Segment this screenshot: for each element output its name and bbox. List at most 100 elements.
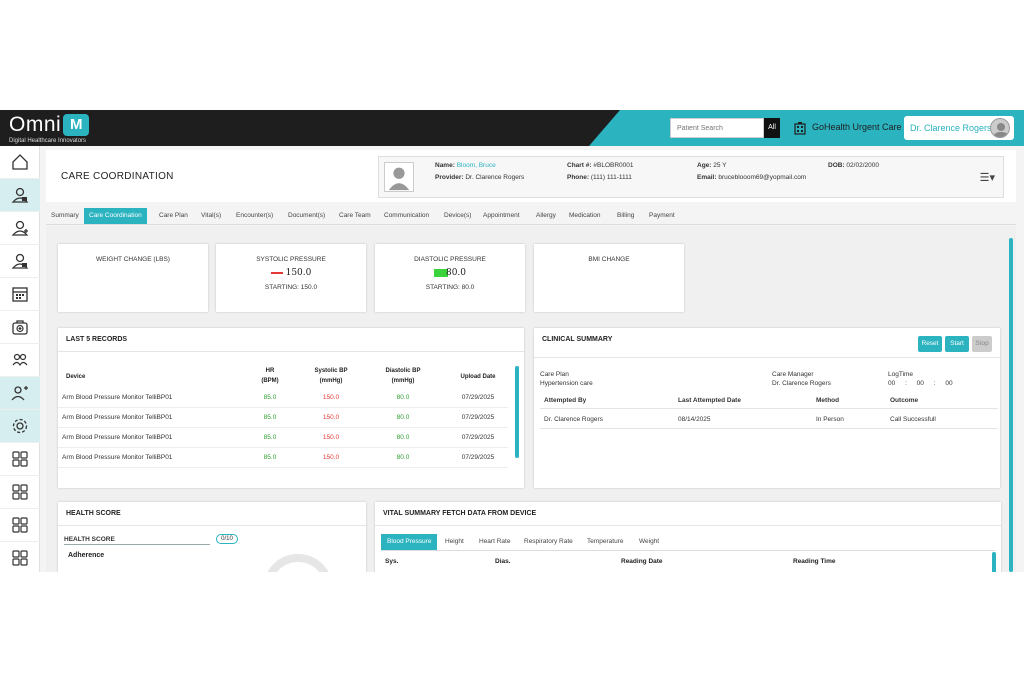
clinic-name[interactable]: GoHealth Urgent Care: [812, 122, 902, 132]
tab-summary[interactable]: Summary: [46, 208, 84, 224]
vital-tab-height[interactable]: Height: [439, 534, 470, 550]
sidebar-item[interactable]: [0, 311, 40, 344]
stat-value-wrap: 80.0: [375, 268, 525, 278]
tab-encounter-s[interactable]: Encounter(s): [231, 208, 278, 224]
group-icon: [12, 353, 28, 367]
sidebar-item[interactable]: [0, 344, 40, 377]
settings-icon: [12, 418, 28, 434]
app-window: OmniM Digital Healthcare Innovators All …: [0, 110, 1024, 572]
stat-value-wrap: 150.0: [216, 268, 366, 278]
care-manager-value: Dr. Clarence Rogers: [772, 380, 831, 387]
start-button[interactable]: Start: [945, 336, 969, 352]
logo-word: Omni: [9, 113, 62, 136]
sidebar-item[interactable]: [0, 443, 40, 476]
search-scope-button[interactable]: All: [764, 118, 780, 138]
cell-device: Arm Blood Pressure Monitor TelliBP01: [62, 454, 173, 461]
systolic-pressure-card: SYSTOLIC PRESSURE 150.0 STARTING: 150.0: [216, 244, 366, 312]
patient-name[interactable]: Bloom, Bruce: [457, 162, 496, 169]
health-score-badge: 0/10: [216, 534, 238, 544]
cell-hr: 85.0: [263, 454, 277, 461]
tab-appointment[interactable]: Appointment: [478, 208, 525, 224]
omni-logo[interactable]: Omni M Digital Healthcare Innovators: [9, 113, 90, 144]
card-header: VITAL SUMMARY FETCH DATA FROM DEVICE: [375, 502, 1001, 526]
clinical-summary-card: CLINICAL SUMMARY Reset Start Stop Care P…: [534, 328, 1000, 488]
vital-tab-temperature[interactable]: Temperature: [581, 534, 630, 550]
cell-dia: 80.0: [396, 454, 410, 461]
tab-document-s[interactable]: Document(s): [283, 208, 330, 224]
vital-tab-weight[interactable]: Weight: [633, 534, 665, 550]
cell-hr: 85.0: [263, 434, 277, 441]
vital-tab-blood-pressure[interactable]: Blood Pressure: [381, 534, 438, 550]
page-scrollbar[interactable]: [1009, 238, 1013, 572]
sidebar-item[interactable]: [0, 377, 40, 410]
sidebar-item[interactable]: [0, 245, 40, 278]
divider: [540, 408, 998, 409]
tab-allergy[interactable]: Allergy: [531, 208, 561, 224]
home-icon: [12, 154, 28, 170]
card-title: LAST 5 RECORDS: [66, 336, 128, 343]
sidebar-item[interactable]: [0, 146, 40, 179]
divider: [381, 550, 995, 551]
stop-button[interactable]: Stop: [972, 336, 992, 352]
sidebar-item[interactable]: [0, 476, 40, 509]
stat-value: 150.0: [285, 268, 312, 278]
sidebar-item[interactable]: [0, 410, 40, 443]
card-title: CLINICAL SUMMARY: [542, 336, 613, 343]
dob-label: DOB:: [828, 162, 845, 169]
user-avatar: [990, 118, 1010, 138]
hamburger-menu-icon[interactable]: ☰▾: [980, 171, 995, 184]
col-outcome: Outcome: [890, 397, 919, 404]
vital-scrollbar[interactable]: [992, 552, 996, 572]
card-header: LAST 5 RECORDS: [58, 328, 524, 352]
sidebar-item[interactable]: [0, 179, 40, 212]
stat-label: WEIGHT CHANGE (LBS): [96, 256, 170, 263]
cell-date: 07/29/2025: [461, 414, 495, 421]
sidebar-item[interactable]: [0, 542, 40, 572]
health-score-label: HEALTH SCORE: [64, 536, 210, 545]
patient-email: bruceblooom69@yopmail.com: [718, 174, 807, 181]
cell-dia: 80.0: [396, 394, 410, 401]
tab-device-s[interactable]: Device(s): [439, 208, 476, 224]
method-value: In Person: [816, 416, 844, 423]
sidebar-item[interactable]: [0, 212, 40, 245]
patient-tabs: Summary Care Coordination Care Plan Vital(s…: [46, 208, 1016, 225]
records-scrollbar[interactable]: [515, 366, 519, 458]
col-sys-label: Systolic BP: [314, 368, 348, 374]
tab-medication[interactable]: Medication: [564, 208, 605, 224]
stat-value: 80.0: [445, 268, 467, 278]
col-sys-unit: (mmHg): [319, 378, 343, 384]
col-systolic: Systolic BP (mmHg): [308, 366, 354, 386]
sidebar-item[interactable]: [0, 278, 40, 311]
sidebar-item[interactable]: [0, 509, 40, 542]
table-row[interactable]: Arm Blood Pressure Monitor TelliBP01 85.0…: [58, 388, 508, 408]
patient-age: 25 Y: [713, 162, 727, 169]
tab-care-team[interactable]: Care Team: [334, 208, 376, 224]
medical-kit-icon: [12, 320, 28, 335]
care-plan: Care Plan Hypertension care: [540, 370, 593, 388]
tab-billing[interactable]: Billing: [612, 208, 639, 224]
user-menu[interactable]: Dr. Clarence Rogers: [904, 116, 1014, 140]
patient-lock-icon: [11, 187, 29, 203]
tab-vital-s[interactable]: Vital(s): [196, 208, 226, 224]
vital-tab-respiratory-rate[interactable]: Respiratory Rate: [518, 534, 579, 550]
tab-care-coordination[interactable]: Care Coordination: [84, 208, 147, 224]
col-dia-unit: (mmHg): [391, 378, 415, 384]
care-plan-value: Hypertension care: [540, 380, 593, 387]
age-label: Age:: [697, 162, 712, 169]
table-row[interactable]: Arm Blood Pressure Monitor TelliBP01 85.0…: [58, 408, 508, 428]
logtime-value: 00 : 00 : 00: [888, 379, 953, 388]
col-hr-unit: (BPM): [261, 378, 279, 384]
top-bar: OmniM Digital Healthcare Innovators All …: [0, 110, 1024, 146]
patient-search-input[interactable]: [670, 118, 764, 138]
col-sys: Sys.: [385, 558, 399, 565]
tab-payment[interactable]: Payment: [644, 208, 680, 224]
reset-button[interactable]: Reset: [918, 336, 942, 352]
tab-communication[interactable]: Communication: [379, 208, 434, 224]
table-row[interactable]: Arm Blood Pressure Monitor TelliBP01 85.0…: [58, 448, 508, 468]
col-hr-label: HR: [265, 368, 275, 374]
tab-care-plan[interactable]: Care Plan: [154, 208, 193, 224]
table-row[interactable]: Arm Blood Pressure Monitor TelliBP01 85.0…: [58, 428, 508, 448]
care-manager-label: Care Manager: [772, 371, 814, 378]
patient-photo: [384, 162, 414, 192]
vital-tab-heart-rate[interactable]: Heart Rate: [473, 534, 516, 550]
